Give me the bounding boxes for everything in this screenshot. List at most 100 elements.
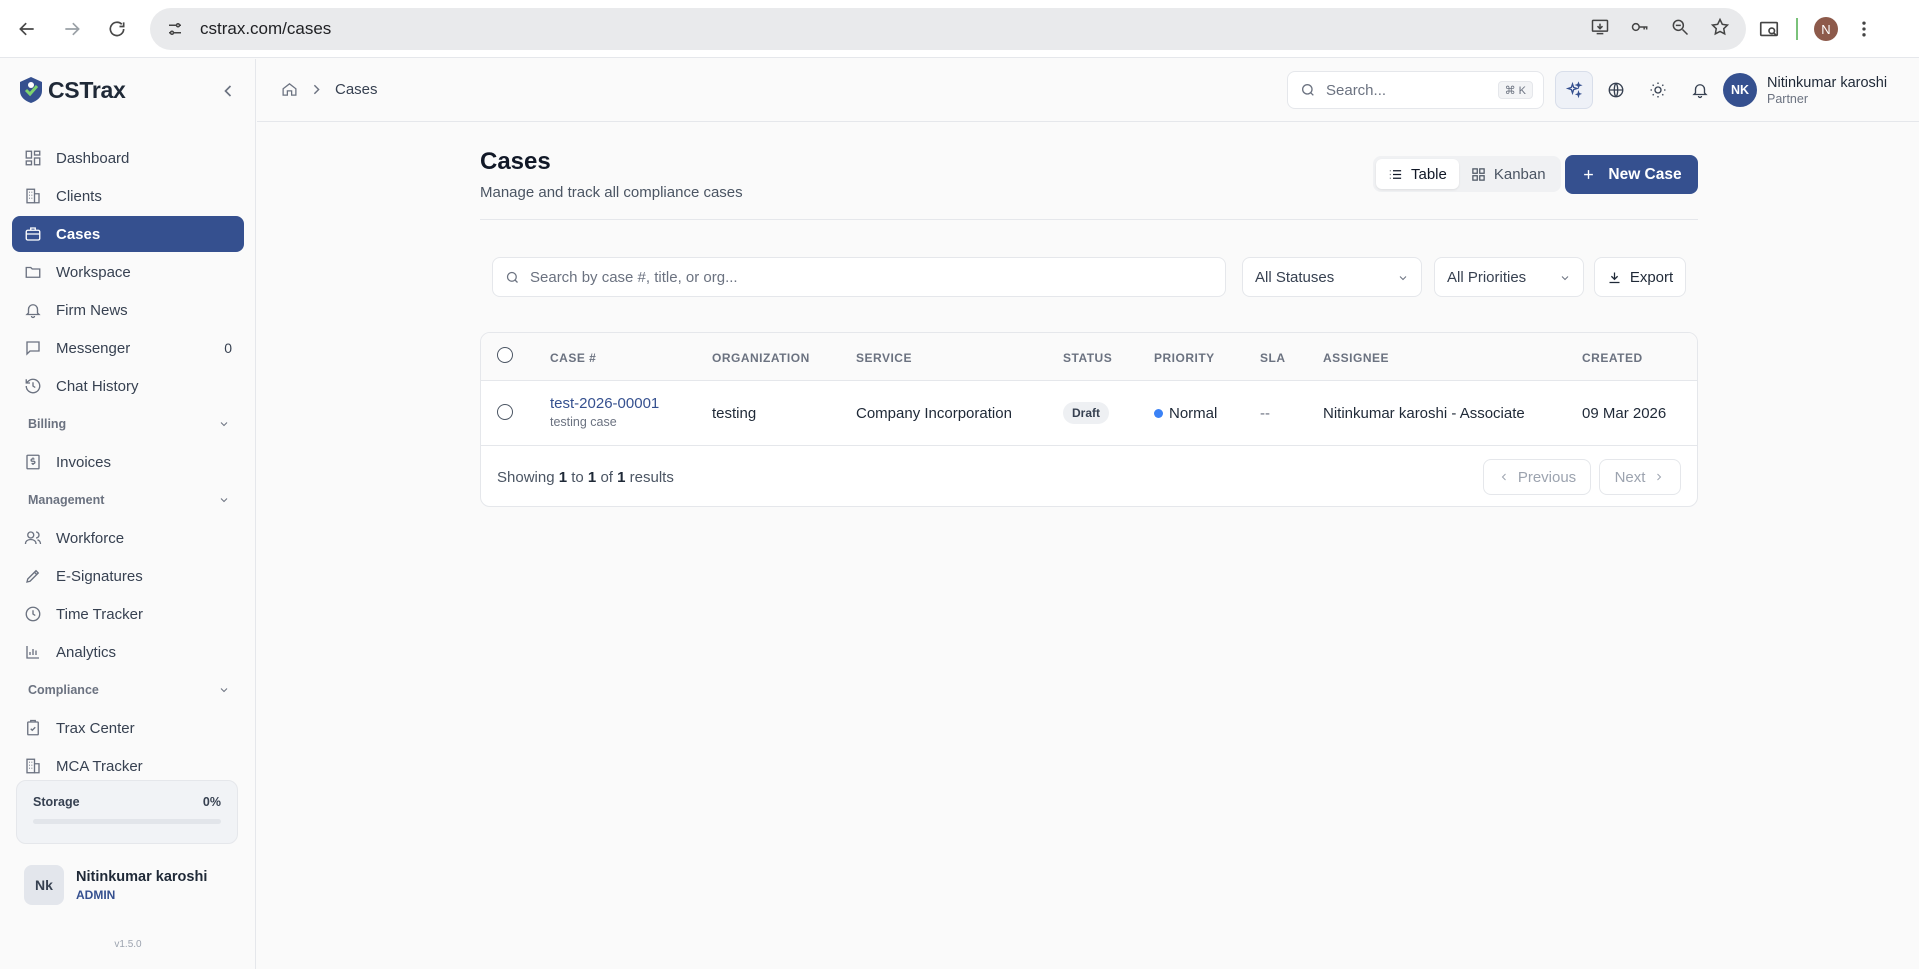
sidebar-item-label: Chat History <box>56 377 139 395</box>
sidebar-item-label: Messenger <box>56 339 131 357</box>
collapse-sidebar-icon[interactable] <box>218 81 238 101</box>
tab-search-icon[interactable] <box>1758 18 1780 40</box>
pagination-summary: Showing 1 to 1 of 1 results <box>497 469 674 486</box>
back-icon[interactable] <box>9 11 45 47</box>
case-number-link[interactable]: test-2026-00001 <box>550 395 659 412</box>
bell-icon <box>1692 84 1708 99</box>
column-header-organization[interactable]: ORGANIZATION <box>712 351 810 365</box>
brand-logo[interactable]: CSTrax <box>18 75 126 105</box>
table-view-button[interactable]: Table <box>1376 159 1459 189</box>
sidebar-item-workforce[interactable]: Workforce <box>12 520 244 556</box>
sidebar-item-clients[interactable]: Clients <box>12 178 244 214</box>
section-management[interactable]: Management <box>12 482 244 518</box>
chevron-left-icon <box>1501 473 1506 481</box>
column-header-case[interactable]: CASE # <box>550 351 596 365</box>
profile-menu[interactable]: NK Nitinkumar karoshi Partner <box>1723 73 1887 107</box>
previous-page-button[interactable]: Previous <box>1483 459 1591 495</box>
zoom-icon[interactable] <box>1670 17 1690 42</box>
user-card[interactable]: Nk Nitinkumar karoshi ADMIN <box>24 865 207 905</box>
table-view-label: Table <box>1411 165 1447 183</box>
sidebar-item-firm-news[interactable]: Firm News <box>12 292 244 328</box>
pen-icon <box>24 567 42 585</box>
sidebar-item-trax-center[interactable]: Trax Center <box>12 710 244 746</box>
breadcrumb-current: Cases <box>335 81 378 98</box>
forward-icon[interactable] <box>54 11 90 47</box>
sidebar-item-label: Workspace <box>56 263 131 281</box>
sidebar-item-time-tracker[interactable]: Time Tracker <box>12 596 244 632</box>
priority-cell: Normal <box>1154 405 1217 422</box>
case-cell: test-2026-00001 testing case <box>550 395 659 429</box>
home-icon[interactable] <box>281 81 298 98</box>
case-title: testing case <box>550 415 617 429</box>
theme-toggle-button[interactable] <box>1639 71 1677 109</box>
column-header-sla[interactable]: SLA <box>1260 351 1286 365</box>
next-page-button[interactable]: Next <box>1599 459 1681 495</box>
new-case-label: New Case <box>1608 165 1682 183</box>
sidebar-item-mca-tracker[interactable]: MCA Tracker <box>12 748 244 784</box>
sidebar-item-dashboard[interactable]: Dashboard <box>12 140 244 176</box>
site-settings-icon[interactable] <box>164 18 186 40</box>
plus-icon <box>1584 170 1594 179</box>
table-header: CASE # ORGANIZATION SERVICE STATUS PRIOR… <box>481 333 1697 381</box>
chevron-right-icon <box>313 84 320 95</box>
profile-role: Partner <box>1767 91 1808 106</box>
column-header-assignee[interactable]: ASSIGNEE <box>1323 351 1389 365</box>
sidebar-item-label: Cases <box>56 225 101 243</box>
notifications-button[interactable] <box>1681 71 1719 109</box>
kanban-view-button[interactable]: Kanban <box>1459 159 1558 189</box>
profile-name: Nitinkumar karoshi <box>1767 74 1888 91</box>
language-button[interactable] <box>1597 71 1635 109</box>
global-search[interactable]: Search... ⌘ K <box>1287 71 1544 109</box>
clock-icon <box>24 605 42 623</box>
separator <box>1796 18 1798 40</box>
sidebar-item-cases[interactable]: Cases <box>12 216 244 252</box>
summary-total: 1 <box>617 469 626 486</box>
browser-menu-icon[interactable] <box>1854 19 1874 39</box>
status-badge: Draft <box>1063 402 1110 424</box>
kanban-view-label: Kanban <box>1493 165 1546 183</box>
select-all-checkbox[interactable] <box>497 347 513 363</box>
globe-icon <box>1608 82 1624 98</box>
status-filter-select[interactable]: All Statuses <box>1242 257 1422 297</box>
sidebar-item-label: Clients <box>56 187 102 205</box>
reload-icon[interactable] <box>99 11 135 47</box>
address-bar[interactable]: cstrax.com/cases <box>150 8 1746 50</box>
header-divider <box>480 219 1698 220</box>
bell-icon <box>24 301 42 319</box>
sidebar-item-e-signatures[interactable]: E-Signatures <box>12 558 244 594</box>
install-app-icon[interactable] <box>1590 17 1610 42</box>
sidebar-item-analytics[interactable]: Analytics <box>12 634 244 670</box>
sidebar-item-messenger[interactable]: Messenger 0 <box>12 330 244 366</box>
ai-sparkles-button[interactable] <box>1555 71 1593 109</box>
avatar: NK <box>1723 73 1757 107</box>
page-title: Cases <box>480 148 551 175</box>
new-case-button[interactable]: New Case <box>1565 155 1698 194</box>
case-search-input[interactable]: Search by case #, title, or org... <box>492 257 1226 297</box>
section-billing[interactable]: Billing <box>12 406 244 442</box>
message-icon <box>24 339 42 357</box>
chevron-down-icon <box>220 688 228 693</box>
summary-showing: Showing <box>497 469 555 486</box>
priority-filter-select[interactable]: All Priorities <box>1434 257 1584 297</box>
column-header-status[interactable]: STATUS <box>1063 351 1112 365</box>
section-compliance[interactable]: Compliance <box>12 672 244 708</box>
storage-card: Storage 0% <box>16 780 238 844</box>
summary-to-word: to <box>571 469 584 486</box>
folder-icon <box>24 263 42 281</box>
sidebar-item-label: Firm News <box>56 301 128 319</box>
grid-icon <box>1472 167 1485 181</box>
sidebar-item-workspace[interactable]: Workspace <box>12 254 244 290</box>
column-header-priority[interactable]: PRIORITY <box>1154 351 1215 365</box>
sidebar-item-label: Dashboard <box>56 149 130 167</box>
export-button[interactable]: Export <box>1594 257 1686 297</box>
table-row[interactable]: test-2026-00001 testing case testing Com… <box>481 381 1697 446</box>
key-icon[interactable] <box>1630 17 1650 42</box>
column-header-created[interactable]: CREATED <box>1582 351 1643 365</box>
bookmark-star-icon[interactable] <box>1710 17 1730 42</box>
row-checkbox[interactable] <box>497 404 513 420</box>
sidebar-item-invoices[interactable]: Invoices <box>12 444 244 480</box>
view-toggle: Table Kanban <box>1373 156 1561 192</box>
column-header-service[interactable]: SERVICE <box>856 351 912 365</box>
sidebar-item-chat-history[interactable]: Chat History <box>12 368 244 404</box>
browser-profile-avatar[interactable]: N <box>1814 17 1838 41</box>
